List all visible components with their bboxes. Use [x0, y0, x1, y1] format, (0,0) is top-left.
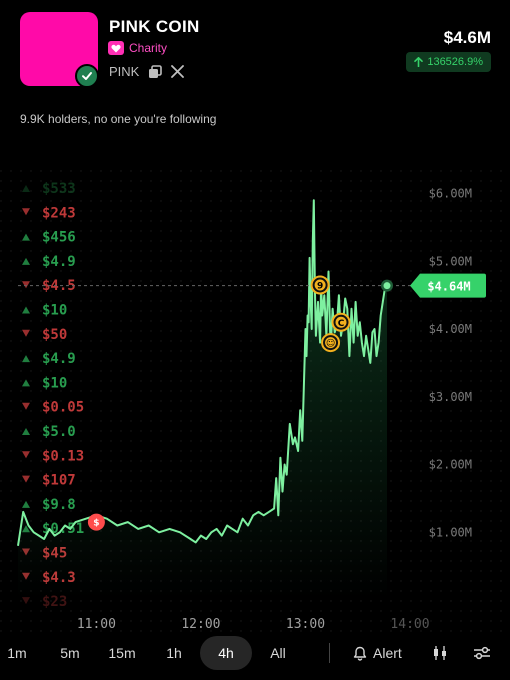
y-tick-label: $1.00M [429, 525, 472, 539]
alert-button[interactable]: Alert [353, 636, 402, 670]
heart-icon [108, 41, 124, 55]
x-tick-label: 13:00 [286, 617, 325, 632]
timeframe-toolbar: Alert 1m 5m 15m 1h 4h All [0, 636, 510, 670]
y-tick-label: $2.00M [429, 458, 472, 472]
tag-label: Charity [129, 41, 168, 55]
timeframe-15m[interactable]: 15m [104, 636, 140, 670]
price-change-value: 136526.9% [427, 56, 483, 68]
trade-amount: $4.5 [42, 278, 76, 294]
timeframe-all[interactable]: All [258, 636, 298, 670]
trade-amount: $0.05 [42, 400, 84, 416]
trade-marker[interactable]: 9 [310, 275, 330, 295]
trade-amount: $0.13 [42, 448, 84, 464]
charity-tag[interactable]: Charity [108, 41, 167, 55]
timeframe-5m[interactable]: 5m [52, 636, 88, 670]
timeframe-4h[interactable]: 4h [200, 636, 252, 670]
price-chart[interactable]: $533 $243 $456 $4.9 $4.5 $10 $50 $4.9 $10 $0.05 $5… [0, 170, 510, 640]
ticker-row: PINK [109, 64, 185, 79]
x-twitter-icon[interactable] [171, 65, 185, 78]
y-tick-label: $4.00M [429, 322, 472, 336]
sliders-icon[interactable] [472, 636, 492, 670]
price-change-badge: 136526.9% [406, 52, 491, 72]
copy-icon[interactable] [148, 64, 163, 79]
token-name: PINK COIN [109, 17, 200, 36]
y-tick-label: $3.00M [429, 390, 472, 404]
trade-amount: $4.9 [42, 254, 76, 270]
arrow-up-icon [414, 57, 424, 67]
timeframe-1m[interactable]: 1m [0, 636, 34, 670]
alert-label: Alert [373, 645, 402, 661]
trade-amount: $10 [42, 303, 67, 319]
bell-icon [353, 646, 367, 661]
verified-check-icon [75, 64, 99, 88]
toolbar-divider [329, 643, 330, 663]
trade-amount: $9.8 [42, 497, 76, 513]
current-price-tag: $4.64M [410, 273, 486, 298]
x-tick-label: 12:00 [181, 617, 220, 632]
market-cap: $4.6M [443, 28, 491, 47]
trade-amount: $50 [42, 327, 67, 343]
holders-summary: 9.9K holders, no one you're following [20, 112, 217, 126]
current-price-dot [383, 282, 391, 290]
trade-amount: $107 [42, 473, 76, 489]
marker-label: C [338, 319, 345, 329]
trade-marker[interactable]: $ [87, 513, 105, 531]
marker-label: 9 [317, 282, 323, 292]
current-price-label: $4.64M [427, 280, 470, 294]
marker-label: $ [93, 519, 99, 529]
trade-marker[interactable]: ☺ [321, 333, 341, 353]
trade-amount: $456 [42, 230, 76, 246]
trade-amount: $533 [42, 181, 76, 197]
ticker-symbol: PINK [109, 64, 140, 79]
x-tick-label: 11:00 [77, 617, 116, 632]
trade-amount: $243 [42, 205, 76, 221]
trade-amount: $5.0 [42, 424, 76, 440]
y-tick-label: $6.00M [429, 187, 472, 201]
x-tick-label: 14:00 [390, 617, 429, 632]
y-tick-label: $5.00M [429, 254, 472, 268]
trade-amount: $4.9 [42, 351, 76, 367]
trade-amount: $10 [42, 375, 67, 391]
timeframe-1h[interactable]: 1h [156, 636, 192, 670]
marker-label: ☺ [326, 338, 335, 349]
trade-marker[interactable]: C [331, 312, 351, 332]
candlestick-icon[interactable] [430, 636, 450, 670]
